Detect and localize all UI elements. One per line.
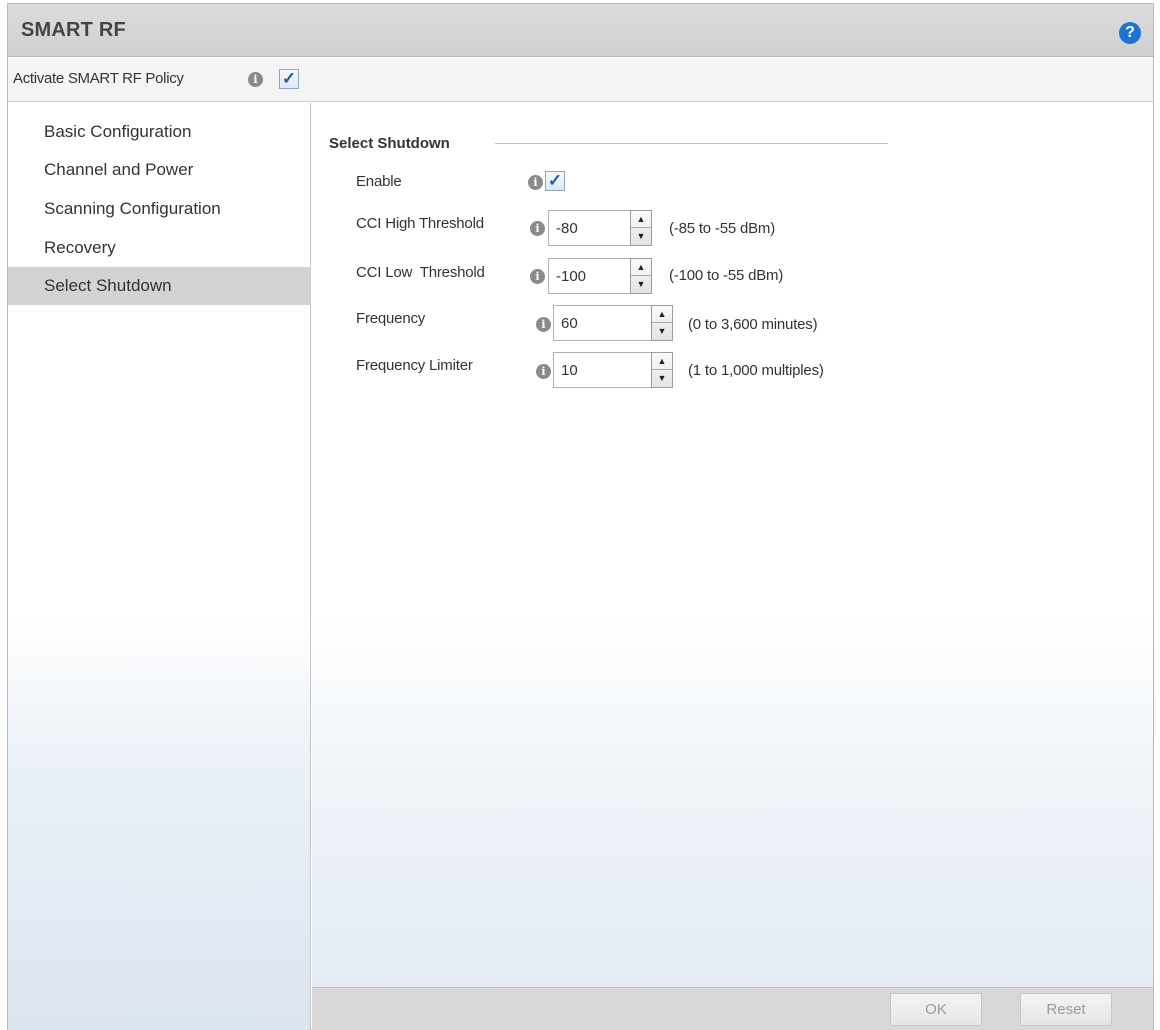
- reset-button[interactable]: Reset: [1020, 993, 1112, 1026]
- sidebar-nav: Basic Configuration Channel and Power Sc…: [8, 103, 311, 1030]
- frequency-limiter-value[interactable]: 10: [561, 362, 578, 379]
- spinner-down-icon[interactable]: ▼: [652, 370, 672, 387]
- info-icon[interactable]: i: [530, 221, 545, 236]
- section-title: Select Shutdown: [329, 135, 450, 152]
- frequency-range: (0 to 3,600 minutes): [688, 316, 818, 333]
- cci-low-threshold-range: (-100 to -55 dBm): [669, 267, 784, 284]
- sidebar-item-scanning-configuration[interactable]: Scanning Configuration: [8, 190, 311, 228]
- title-bar: SMART RF ?: [8, 4, 1153, 57]
- info-icon[interactable]: i: [536, 364, 551, 379]
- frequency-limiter-spinner[interactable]: 10 ▲ ▼: [553, 352, 673, 388]
- spinner-up-icon[interactable]: ▲: [652, 306, 672, 323]
- section-divider: [495, 143, 888, 144]
- cci-low-threshold-spinner[interactable]: -100 ▲ ▼: [548, 258, 652, 294]
- spinner-arrows[interactable]: ▲ ▼: [630, 258, 652, 294]
- activate-policy-bar: Activate SMART RF Policy i ✓: [8, 58, 1153, 102]
- spinner-arrows[interactable]: ▲ ▼: [651, 352, 673, 388]
- ok-button[interactable]: OK: [890, 993, 982, 1026]
- activate-policy-checkbox[interactable]: ✓: [279, 69, 299, 89]
- spinner-down-icon[interactable]: ▼: [631, 276, 651, 293]
- spinner-down-icon[interactable]: ▼: [631, 228, 651, 245]
- activate-policy-label: Activate SMART RF Policy: [13, 70, 184, 87]
- sidebar-item-recovery[interactable]: Recovery: [8, 229, 311, 267]
- spinner-arrows[interactable]: ▲ ▼: [630, 210, 652, 246]
- frequency-limiter-range: (1 to 1,000 multiples): [688, 362, 824, 379]
- main-panel: Select Shutdown Enable i ✓ CCI High Thre…: [312, 103, 1153, 1030]
- info-icon[interactable]: i: [530, 269, 545, 284]
- frequency-spinner[interactable]: 60 ▲ ▼: [553, 305, 673, 341]
- info-icon[interactable]: i: [248, 72, 263, 87]
- cci-low-threshold-value[interactable]: -100: [556, 268, 586, 285]
- spinner-up-icon[interactable]: ▲: [631, 259, 651, 276]
- spinner-up-icon[interactable]: ▲: [652, 353, 672, 370]
- spinner-down-icon[interactable]: ▼: [652, 323, 672, 340]
- enable-checkbox[interactable]: ✓: [545, 171, 565, 191]
- cci-high-threshold-label: CCI High Threshold: [356, 215, 484, 232]
- cci-high-threshold-value[interactable]: -80: [556, 220, 578, 237]
- smart-rf-window: SMART RF ? Activate SMART RF Policy i ✓ …: [7, 3, 1154, 1030]
- enable-label: Enable: [356, 173, 402, 190]
- cci-high-threshold-spinner[interactable]: -80 ▲ ▼: [548, 210, 652, 246]
- footer-bar: OK Reset: [312, 987, 1153, 1030]
- cci-low-threshold-label: CCI Low Threshold: [356, 264, 485, 281]
- sidebar-item-channel-and-power[interactable]: Channel and Power: [8, 151, 311, 189]
- frequency-limiter-label: Frequency Limiter: [356, 357, 473, 374]
- spinner-arrows[interactable]: ▲ ▼: [651, 305, 673, 341]
- cci-high-threshold-range: (-85 to -55 dBm): [669, 220, 776, 237]
- info-icon[interactable]: i: [528, 175, 543, 190]
- spinner-up-icon[interactable]: ▲: [631, 211, 651, 228]
- frequency-value[interactable]: 60: [561, 315, 578, 332]
- frequency-label: Frequency: [356, 310, 426, 327]
- sidebar-item-select-shutdown[interactable]: Select Shutdown: [8, 267, 311, 305]
- sidebar-item-basic-configuration[interactable]: Basic Configuration: [8, 113, 311, 151]
- help-icon[interactable]: ?: [1119, 22, 1141, 44]
- info-icon[interactable]: i: [536, 317, 551, 332]
- window-title: SMART RF: [21, 19, 126, 41]
